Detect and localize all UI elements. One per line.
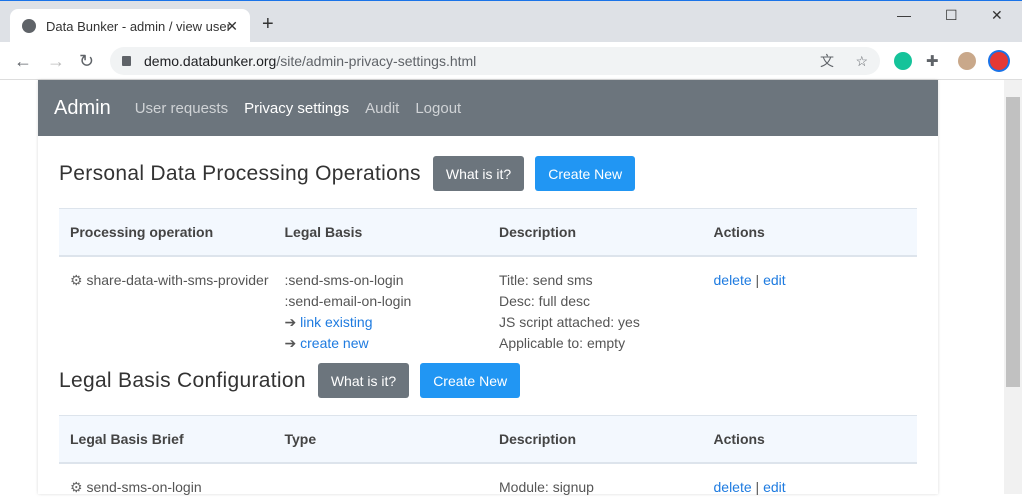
col-header: Processing operation bbox=[59, 208, 274, 257]
col-header: Actions bbox=[702, 208, 917, 257]
reload-icon[interactable]: ↻ bbox=[79, 51, 94, 72]
gears-icon: ⚙ bbox=[70, 271, 83, 288]
brand[interactable]: Admin bbox=[54, 97, 111, 120]
new-tab-button[interactable]: + bbox=[262, 13, 274, 36]
tab-bar: Data Bunker - admin / view user ✕ + — ☐ … bbox=[0, 0, 1022, 43]
edit-link[interactable]: edit bbox=[763, 479, 786, 495]
create-new-button[interactable]: Create New bbox=[535, 156, 636, 191]
delete-link[interactable]: delete bbox=[714, 272, 752, 288]
basis-type bbox=[274, 463, 489, 498]
legal-table: Legal Basis Brief Type Description Actions … bbox=[59, 415, 917, 498]
page: Admin User requests Privacy settings Aud… bbox=[0, 80, 1004, 495]
processing-header: Personal Data Processing Operations What… bbox=[59, 156, 646, 191]
extension-red-icon[interactable] bbox=[990, 52, 1008, 70]
table-row: ⚙ send-sms-on-login Module: signup delet… bbox=[59, 463, 917, 498]
basis-brief: send-sms-on-login bbox=[86, 478, 202, 495]
edit-link[interactable]: edit bbox=[763, 272, 786, 288]
tab-title: Data Bunker - admin / view user bbox=[46, 18, 231, 34]
url-path: /site/admin-privacy-settings.html bbox=[276, 53, 477, 69]
scrollbar-thumb[interactable] bbox=[1006, 97, 1020, 387]
close-window-button[interactable]: ✕ bbox=[991, 7, 1003, 24]
translate-icon[interactable]: ⽂ bbox=[820, 51, 834, 71]
gear-icon: ⚙ bbox=[70, 478, 83, 495]
col-header: Legal Basis Brief bbox=[59, 415, 274, 464]
grammarly-icon[interactable] bbox=[894, 52, 912, 70]
operation-name: share-data-with-sms-provider bbox=[86, 271, 269, 288]
col-header: Description bbox=[488, 415, 703, 464]
nav-user-requests[interactable]: User requests bbox=[135, 100, 228, 117]
close-tab-icon[interactable]: ✕ bbox=[226, 18, 238, 35]
col-header: Description bbox=[488, 208, 703, 257]
maximize-button[interactable]: ☐ bbox=[945, 7, 958, 24]
what-is-it-button[interactable]: What is it? bbox=[317, 363, 410, 398]
table-row: ⚙ share-data-with-sms-provider :send-sms… bbox=[59, 256, 917, 354]
url-host: demo.databunker.org bbox=[144, 53, 277, 69]
legal-title: Legal Basis Configuration bbox=[59, 368, 306, 392]
basis-desc: Module: signup bbox=[499, 478, 594, 495]
desc-line: JS script attached: yes bbox=[499, 313, 640, 330]
desc-line: Title: send sms bbox=[499, 271, 593, 288]
url-input[interactable]: demo.databunker.org/site/admin-privacy-s… bbox=[110, 47, 880, 75]
delete-link[interactable]: delete bbox=[714, 479, 752, 495]
arrow-right-icon: ➔ bbox=[284, 334, 297, 351]
lock-icon bbox=[122, 56, 131, 66]
legal-header: Legal Basis Configuration What is it? Cr… bbox=[59, 363, 531, 398]
nav-audit[interactable]: Audit bbox=[365, 100, 399, 117]
col-header: Actions bbox=[702, 415, 917, 464]
link-existing-link[interactable]: link existing bbox=[300, 314, 372, 330]
basis-item: :send-sms-on-login bbox=[284, 271, 404, 288]
nav-privacy-settings[interactable]: Privacy settings bbox=[244, 100, 349, 117]
main-container: Admin User requests Privacy settings Aud… bbox=[38, 80, 938, 495]
browser-tab[interactable]: Data Bunker - admin / view user ✕ bbox=[10, 9, 250, 43]
nav-logout[interactable]: Logout bbox=[415, 100, 461, 117]
address-bar: ← → ↻ demo.databunker.org/site/admin-pri… bbox=[0, 42, 1022, 80]
create-new-link[interactable]: create new bbox=[300, 335, 368, 351]
arrow-right-icon: ➔ bbox=[284, 313, 297, 330]
col-header: Type bbox=[273, 415, 488, 464]
what-is-it-button[interactable]: What is it? bbox=[432, 156, 525, 191]
star-icon[interactable]: ☆ bbox=[855, 53, 868, 70]
extensions-icon[interactable]: ✚ bbox=[926, 52, 944, 70]
avatar[interactable] bbox=[958, 52, 976, 70]
processing-table: Processing operation Legal Basis Descripti… bbox=[59, 208, 917, 354]
basis-item: :send-email-on-login bbox=[284, 292, 412, 309]
navbar: Admin User requests Privacy settings Aud… bbox=[38, 80, 938, 136]
desc-line: Applicable to: empty bbox=[499, 334, 626, 351]
col-header: Legal Basis bbox=[273, 208, 488, 257]
create-new-button[interactable]: Create New bbox=[420, 363, 521, 398]
desc-line: Desc: full desc bbox=[499, 292, 591, 309]
minimize-button[interactable]: — bbox=[897, 7, 911, 23]
processing-title: Personal Data Processing Operations bbox=[59, 161, 421, 185]
back-icon[interactable]: ← bbox=[14, 51, 32, 72]
globe-icon bbox=[22, 19, 36, 33]
forward-icon[interactable]: → bbox=[47, 51, 65, 72]
